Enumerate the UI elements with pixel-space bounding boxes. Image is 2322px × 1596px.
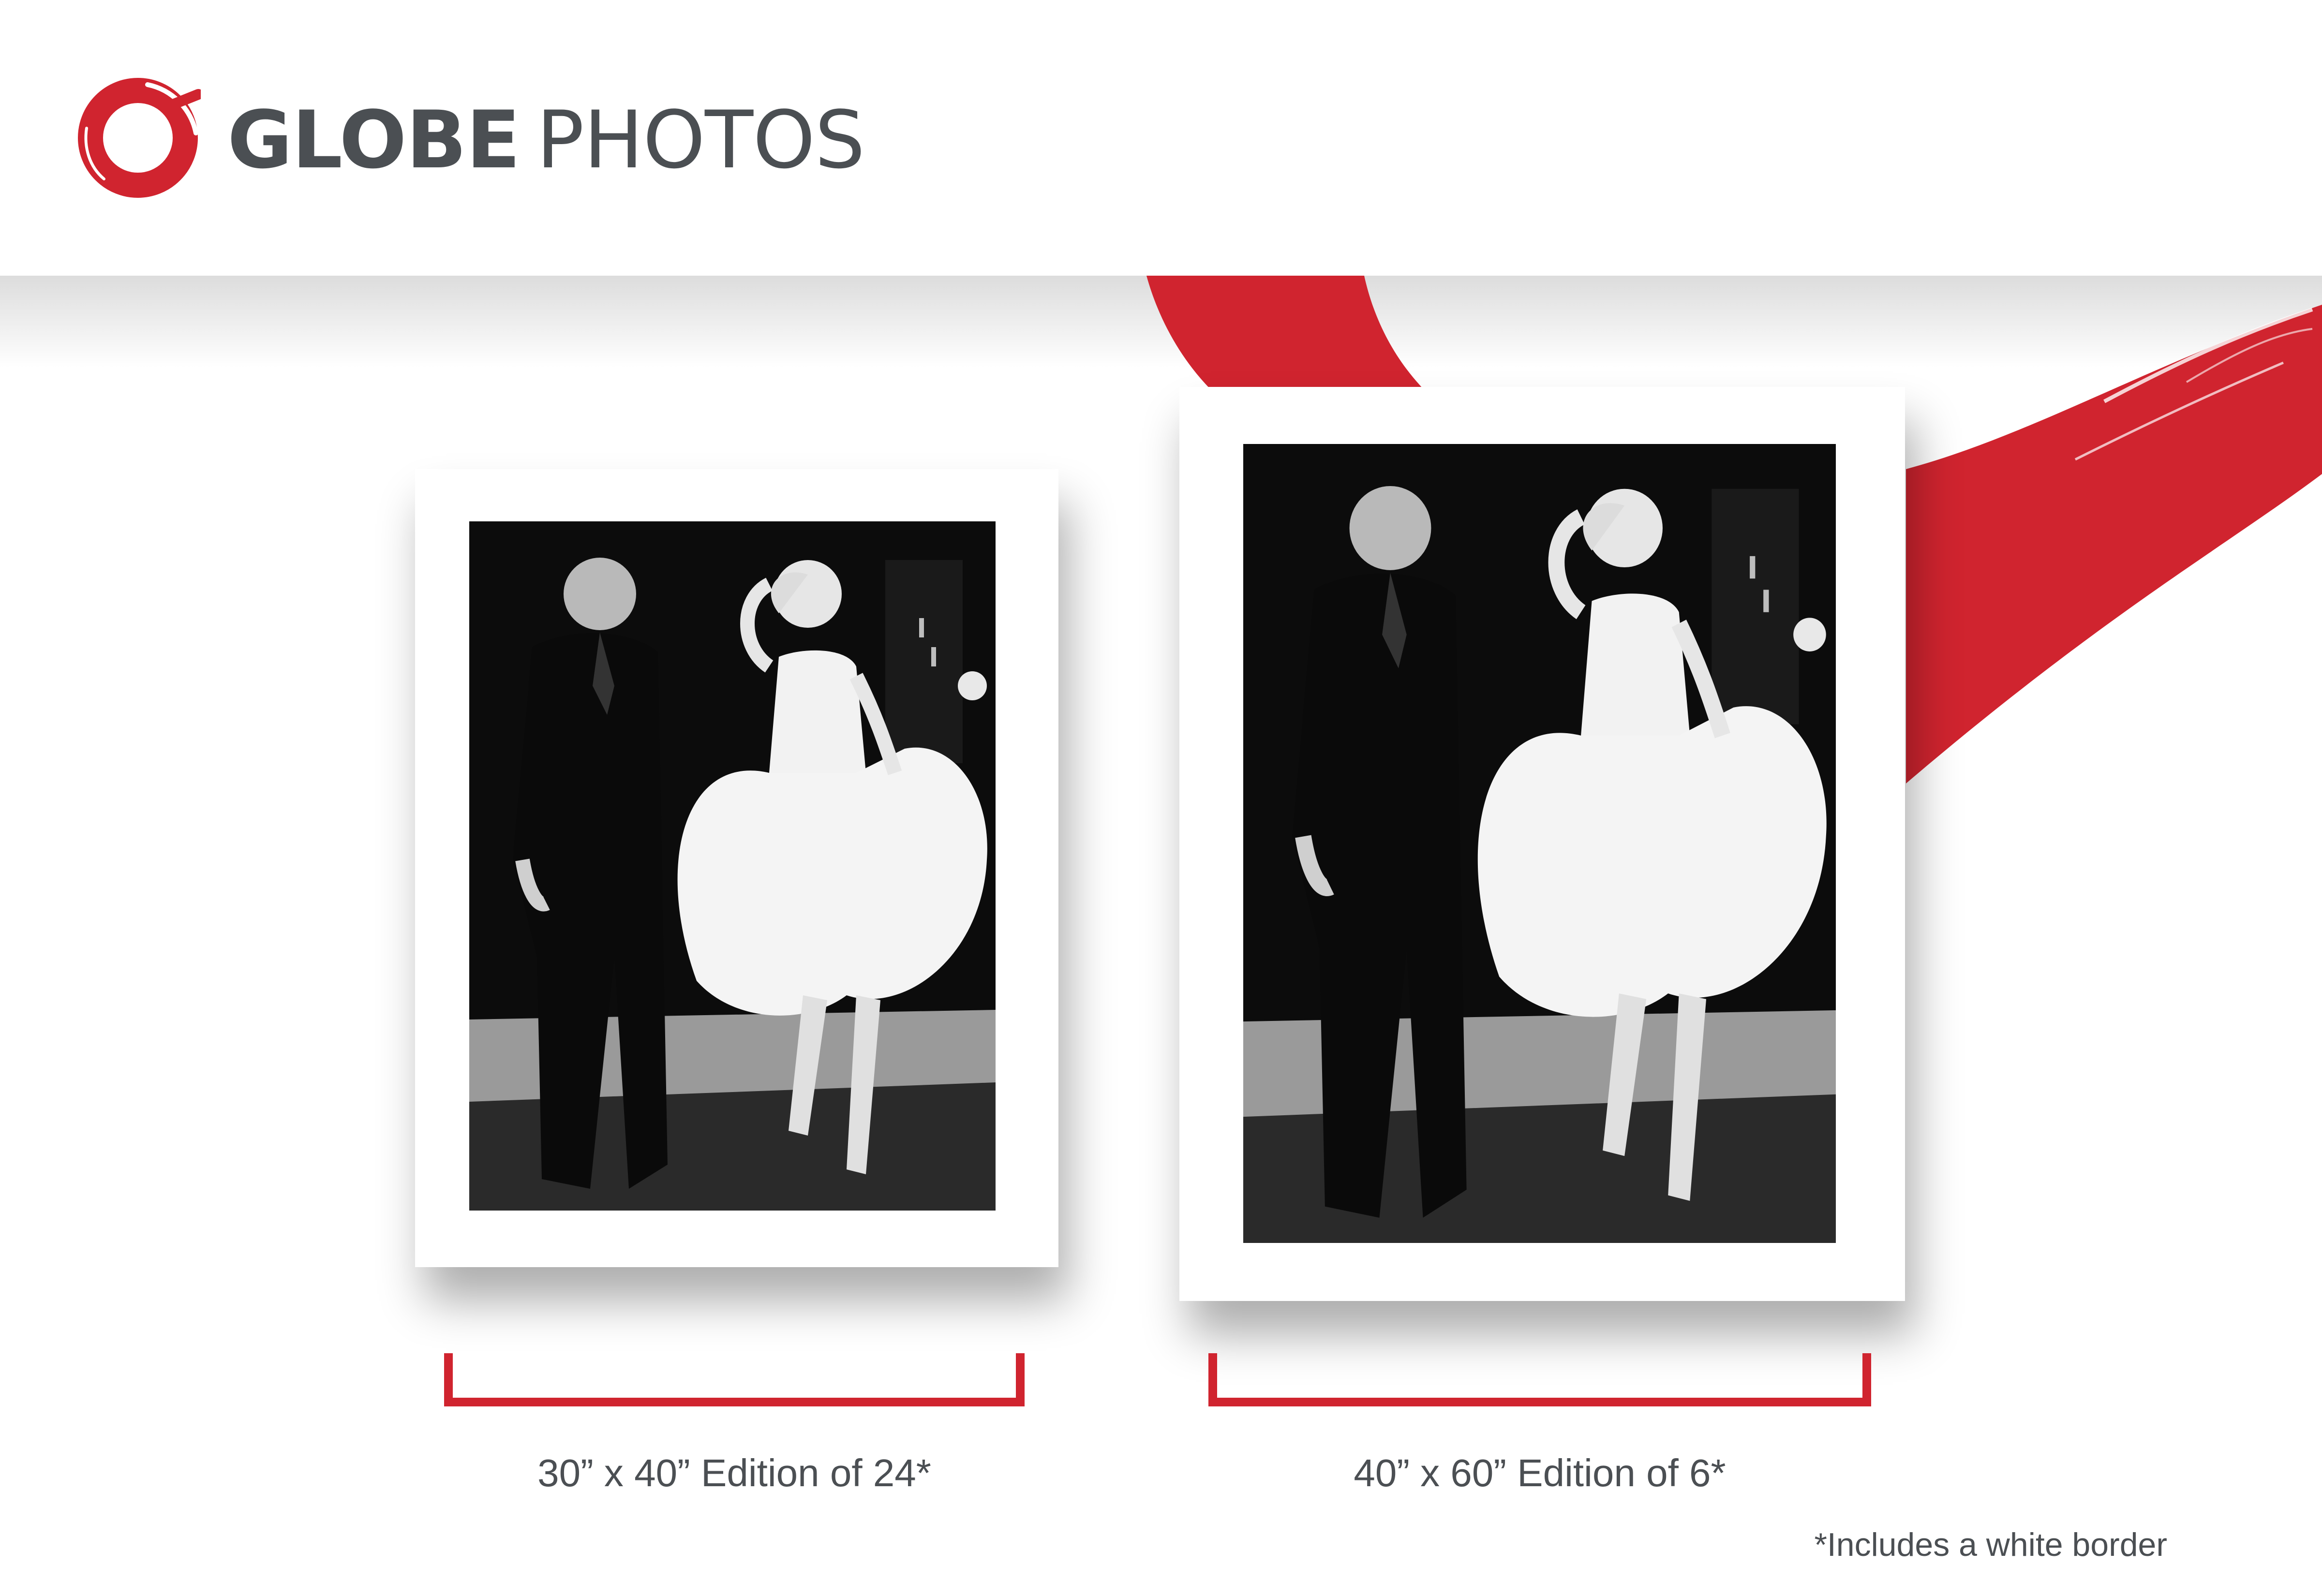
- red-ring-logo-icon: [78, 78, 201, 198]
- print-30x40[interactable]: [415, 469, 1058, 1267]
- brand-wordmark: GLOBE PHOTOS: [227, 87, 865, 193]
- edition-caption-large: 40” x 60” Edition of 6*: [1354, 1451, 1726, 1494]
- print-photo: [1243, 444, 1836, 1243]
- brand-logo[interactable]: GLOBE PHOTOS: [75, 73, 865, 208]
- size-bracket-small: [444, 1353, 1025, 1406]
- brand-name-light: PHOTOS: [536, 94, 865, 186]
- edition-caption-small: 30” x 40” Edition of 24*: [537, 1451, 931, 1494]
- header: GLOBE PHOTOS: [0, 0, 2322, 276]
- brand-name-bold: GLOBE: [227, 94, 521, 186]
- size-bracket-large: [1208, 1353, 1871, 1406]
- border-footnote: *Includes a white border: [1814, 1526, 2167, 1563]
- print-photo: [469, 521, 996, 1211]
- print-40x60[interactable]: [1179, 387, 1905, 1301]
